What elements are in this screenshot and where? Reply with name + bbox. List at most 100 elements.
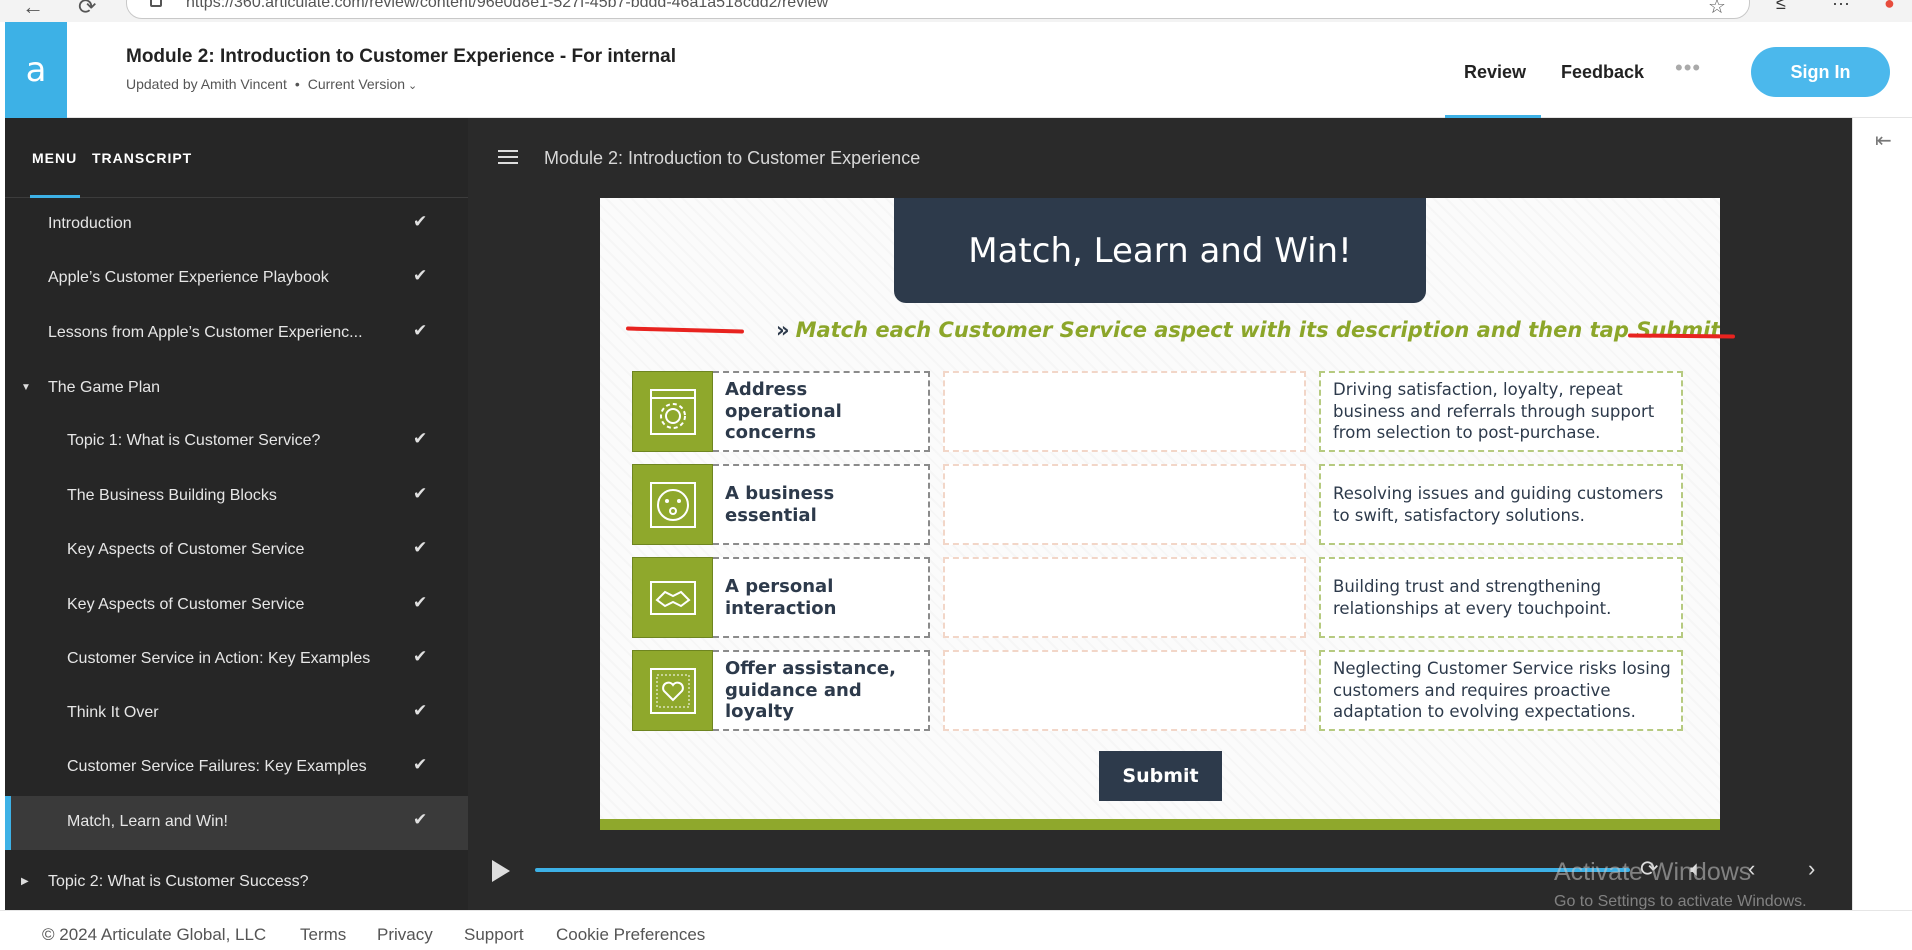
checkmark-icon: ✔ xyxy=(413,212,428,231)
description-text: Neglecting Customer Service risks losing… xyxy=(1333,659,1671,722)
checkmark-icon: ✔ xyxy=(413,321,428,340)
sidebar-item[interactable]: Key Aspects of Customer Service ✔ xyxy=(5,524,468,578)
sidebar-item[interactable]: Customer Service Failures: Key Examples ✔ xyxy=(5,741,468,795)
more-menu-icon[interactable]: ··· xyxy=(1832,0,1850,14)
checkmark-icon: ✔ xyxy=(413,538,428,557)
reading-list-icon[interactable]: ≤ xyxy=(1776,0,1786,14)
footer-link-terms[interactable]: Terms xyxy=(300,925,346,945)
slide-bottom-bar xyxy=(600,819,1720,830)
more-options-icon[interactable]: ••• xyxy=(1675,55,1701,81)
sidebar-item[interactable]: Introduction ✔ xyxy=(5,198,468,252)
activate-windows-hint: Go to Settings to activate Windows. xyxy=(1554,893,1807,910)
next-slide-icon[interactable]: › xyxy=(1808,856,1815,882)
active-item-indicator xyxy=(5,796,11,850)
drop-zone[interactable] xyxy=(943,371,1306,452)
footer-link-support[interactable]: Support xyxy=(464,925,524,945)
course-meta: Updated by Amith Vincent • Current Version… xyxy=(126,76,417,92)
sidebar-item-label: Match, Learn and Win! xyxy=(67,813,228,830)
footer-link-privacy[interactable]: Privacy xyxy=(377,925,433,945)
tab-menu[interactable]: MENU xyxy=(32,150,77,166)
aspect-label: A business essential xyxy=(725,482,835,526)
refresh-icon[interactable]: ⟳ xyxy=(78,0,96,20)
submit-button[interactable]: Submit xyxy=(1099,751,1222,801)
activate-windows-watermark: Activate Windows xyxy=(1554,858,1752,886)
site-info-icon[interactable] xyxy=(150,0,162,7)
sidebar-item-label: Topic 1: What is Customer Service? xyxy=(67,432,321,449)
smiley-icon xyxy=(632,464,713,545)
meta-separator: • xyxy=(294,76,300,92)
checkmark-icon: ✔ xyxy=(413,810,428,829)
seek-bar[interactable] xyxy=(535,868,1630,872)
aspect-label: Address operational concerns xyxy=(725,379,842,444)
sidebar-item[interactable]: Lessons from Apple’s Customer Experienc.… xyxy=(5,307,468,361)
description-text: Building trust and strengthening relatio… xyxy=(1333,577,1612,618)
description-card[interactable]: Building trust and strengthening relatio… xyxy=(1319,557,1683,638)
favorite-star-icon[interactable]: ☆ xyxy=(1708,0,1726,19)
drop-zone[interactable] xyxy=(943,650,1306,731)
description-card[interactable]: Neglecting Customer Service risks losing… xyxy=(1319,650,1683,731)
aspect-label-box: Offer assistance, guidance and loyalty xyxy=(713,650,930,731)
version-label: Current Version xyxy=(307,76,406,92)
logo-letter: a xyxy=(25,50,47,90)
aspect-label-box: A business essential xyxy=(713,464,930,545)
updated-by: Updated by Amith Vincent xyxy=(126,76,287,92)
aspect-label-box: Address operational concerns xyxy=(713,371,930,452)
sidebar-item[interactable]: Apple’s Customer Experience Playbook ✔ xyxy=(5,252,468,306)
description-card[interactable]: Resolving issues and guiding customers t… xyxy=(1319,464,1683,545)
checkmark-icon: ✔ xyxy=(413,266,428,285)
collapse-panel-icon[interactable]: ⇤ xyxy=(1875,128,1892,153)
hamburger-menu-icon[interactable] xyxy=(498,150,518,164)
articulate-logo[interactable]: a xyxy=(5,22,67,118)
sign-in-button[interactable]: Sign In xyxy=(1751,47,1890,97)
instruction-label: Match each Customer Service aspect with … xyxy=(795,318,1720,342)
description-text: Driving satisfaction, loyalty, repeat bu… xyxy=(1333,380,1655,443)
tab-transcript[interactable]: TRANSCRIPT xyxy=(92,150,192,166)
sidebar-item-label: Apple’s Customer Experience Playbook xyxy=(48,269,329,286)
sidebar-item-label: The Business Building Blocks xyxy=(67,487,277,504)
page-footer: © 2024 Articulate Global, LLC Terms Priv… xyxy=(0,910,1912,950)
sidebar-item[interactable]: Match, Learn and Win! ✔ xyxy=(5,796,468,850)
browser-url-bar: ← ⟳ https://360.articulate.com/review/co… xyxy=(0,0,1912,22)
drop-zone[interactable] xyxy=(943,464,1306,545)
sidebar-item[interactable]: The Business Building Blocks ✔ xyxy=(5,470,468,524)
sidebar-item[interactable]: Key Aspects of Customer Service ✔ xyxy=(5,579,468,633)
sidebar-item[interactable]: Customer Service in Action: Key Examples… xyxy=(5,633,468,687)
back-arrow-icon[interactable]: ← xyxy=(22,0,44,20)
checkmark-icon: ✔ xyxy=(413,429,428,448)
sidebar-item-label: Think It Over xyxy=(67,704,159,721)
sidebar-item-label: The Game Plan xyxy=(48,379,161,396)
checkmark-icon: ✔ xyxy=(413,755,428,774)
url-text[interactable]: https://360.articulate.com/review/conten… xyxy=(186,0,828,12)
sidebar-item[interactable]: Think It Over ✔ xyxy=(5,687,468,741)
caret-down-icon[interactable]: ▼ xyxy=(21,382,31,393)
sidebar-item[interactable]: ▶ Topic 2: What is Customer Success? xyxy=(5,856,468,910)
gear-icon xyxy=(632,371,713,452)
aspect-card[interactable]: Offer assistance, guidance and loyalty xyxy=(632,650,930,731)
caret-right-icon[interactable]: ▶ xyxy=(21,876,29,887)
tab-review[interactable]: Review xyxy=(1464,62,1526,83)
course-sidebar: MENU TRANSCRIPT Introduction ✔ Apple’s Cus… xyxy=(5,118,468,910)
description-card[interactable]: Driving satisfaction, loyalty, repeat bu… xyxy=(1319,371,1683,452)
aspect-card[interactable]: Address operational concerns xyxy=(632,371,930,452)
player-title: Module 2: Introduction to Customer Exper… xyxy=(544,148,921,168)
aspect-label-box: A personal interaction xyxy=(713,557,930,638)
app-header: a Module 2: Introduction to Customer Exp… xyxy=(5,22,1912,118)
review-side-panel: ⇤ xyxy=(1852,118,1912,910)
sidebar-item-label: Introduction xyxy=(48,215,132,232)
play-icon[interactable] xyxy=(492,860,510,882)
drop-zone[interactable] xyxy=(943,557,1306,638)
tab-feedback[interactable]: Feedback xyxy=(1561,62,1644,83)
chevron-down-icon: ⌄ xyxy=(408,80,418,92)
aspect-card[interactable]: A personal interaction xyxy=(632,557,930,638)
sidebar-item[interactable]: ▼ The Game Plan xyxy=(5,362,468,416)
sidebar-item[interactable]: Topic 1: What is Customer Service? ✔ xyxy=(5,415,468,469)
checkmark-icon: ✔ xyxy=(413,701,428,720)
profile-icon[interactable]: ● xyxy=(1884,0,1895,14)
footer-link-cookie-preferences[interactable]: Cookie Preferences xyxy=(556,925,705,945)
aspect-card[interactable]: A business essential xyxy=(632,464,930,545)
heart-icon xyxy=(632,650,713,731)
handshake-icon xyxy=(632,557,713,638)
version-dropdown[interactable]: Current Version ⌄ xyxy=(308,76,418,92)
description-text: Resolving issues and guiding customers t… xyxy=(1333,484,1664,525)
slide-title: Match, Learn and Win! xyxy=(968,230,1352,271)
